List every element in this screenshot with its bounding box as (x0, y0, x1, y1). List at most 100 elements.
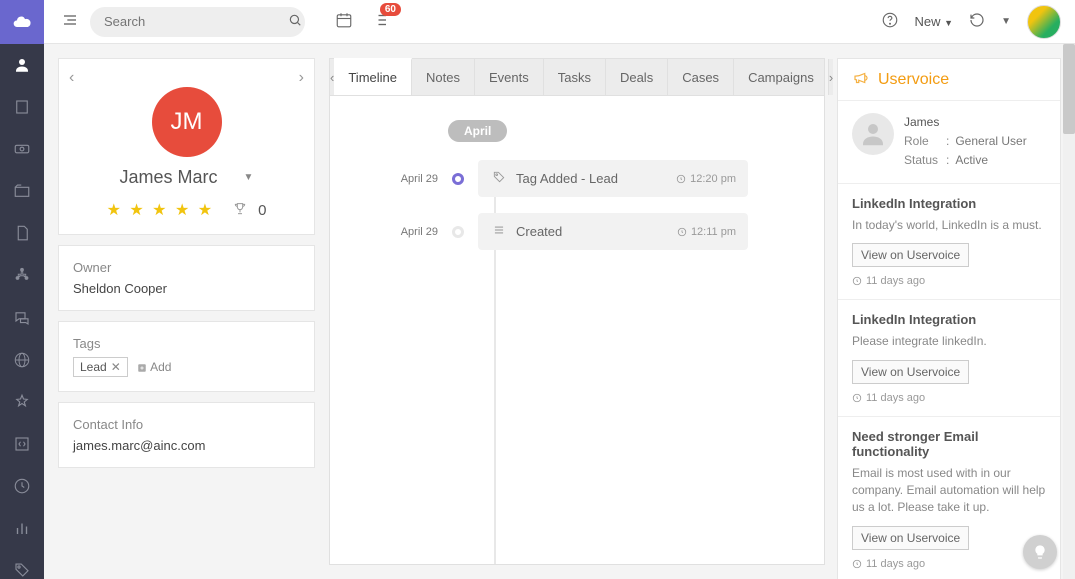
add-tag-button[interactable]: Add (137, 360, 171, 374)
uservoice-user: James Role:General User Status:Active (838, 101, 1060, 184)
more-caret-icon[interactable]: ▼ (1001, 16, 1011, 27)
tab-campaigns[interactable]: Campaigns (734, 59, 829, 95)
top-header: 60 New ▼ ▼ (0, 0, 1075, 44)
notif-badge: 60 (380, 3, 401, 16)
menu-toggle-icon[interactable] (62, 12, 78, 31)
search-icon[interactable] (288, 13, 302, 30)
nav-tags[interactable] (0, 561, 44, 579)
contact-email[interactable]: james.marc@ainc.com (73, 438, 300, 453)
tag-icon (492, 170, 506, 187)
calendar-icon[interactable] (335, 11, 353, 32)
nav-campaigns[interactable] (0, 393, 44, 411)
view-on-uservoice-button[interactable]: View on Uservoice (852, 360, 969, 384)
timeline-event-time: 12:11 pm (677, 226, 736, 238)
contact-info-label: Contact Info (73, 417, 300, 432)
nav-code[interactable] (0, 435, 44, 453)
tasks-icon[interactable]: 60 (371, 11, 389, 32)
view-on-uservoice-button[interactable]: View on Uservoice (852, 526, 969, 550)
tab-deals[interactable]: Deals (606, 59, 668, 95)
help-icon[interactable] (881, 11, 899, 32)
profile-card: ‹ › JM James Marc▼ ★ ★ ★ ★ ★ 0 (58, 58, 315, 235)
tag-chip[interactable]: Lead✕ (73, 357, 128, 377)
timeline-event-title: Tag Added - Lead (516, 171, 618, 186)
tags-label: Tags (73, 336, 300, 351)
nav-reports[interactable] (0, 519, 44, 537)
uservoice-header: Uservoice (838, 59, 1060, 101)
timeline-event[interactable]: Created 12:11 pm (478, 213, 748, 250)
timeline-row: April 29Created12:11 pm (370, 213, 784, 250)
help-fab[interactable] (1023, 535, 1057, 569)
contact-avatar: JM (152, 87, 222, 157)
score-value: 0 (258, 202, 266, 219)
new-button[interactable]: New ▼ (915, 14, 954, 29)
nav-activity[interactable] (0, 477, 44, 495)
uservoice-item-time: 11 days ago (852, 558, 1046, 570)
uservoice-item-title: Need stronger Email functionality (852, 429, 1046, 459)
uservoice-item-time: 11 days ago (852, 275, 1046, 287)
uservoice-status: Active (955, 151, 988, 170)
nav-cases[interactable] (0, 182, 44, 200)
tab-tasks[interactable]: Tasks (544, 59, 606, 95)
uservoice-title: Uservoice (878, 71, 949, 89)
megaphone-icon (852, 69, 870, 90)
owner-label: Owner (73, 260, 300, 275)
uservoice-column: Uservoice James Role:General User Status… (825, 44, 1075, 579)
search-input[interactable] (104, 14, 280, 29)
uservoice-item-time: 11 days ago (852, 392, 1046, 404)
history-icon[interactable] (969, 12, 985, 31)
uservoice-username: James (904, 113, 1027, 132)
user-avatar[interactable] (1027, 5, 1061, 39)
tabs-scroll-right[interactable]: › (829, 59, 833, 95)
timeline-event-time: 12:20 pm (676, 173, 736, 185)
uservoice-item-desc: Please integrate linkedIn. (852, 333, 1046, 350)
tabs-bar: ‹ TimelineNotesEventsTasksDealsCasesCamp… (329, 58, 825, 96)
uservoice-item-title: LinkedIn Integration (852, 312, 1046, 327)
timeline-column: ‹ TimelineNotesEventsTasksDealsCasesCamp… (329, 44, 825, 579)
timeline-row: April 29 Tag Added - Lead 12:20 pm (370, 160, 784, 197)
app-logo[interactable] (0, 0, 44, 44)
star-rating[interactable]: ★ ★ ★ ★ ★ (107, 200, 215, 220)
nav-contacts[interactable] (0, 56, 44, 74)
trophy-icon (232, 201, 248, 220)
contact-name[interactable]: James Marc▼ (120, 167, 254, 188)
uservoice-role: General User (955, 132, 1026, 151)
nav-rail (0, 44, 44, 579)
tab-notes[interactable]: Notes (412, 59, 475, 95)
owner-card: Owner Sheldon Cooper (58, 245, 315, 311)
uservoice-card: Uservoice James Role:General User Status… (837, 58, 1061, 579)
view-on-uservoice-button[interactable]: View on Uservoice (852, 243, 969, 267)
uservoice-item-desc: Email is most used with in our company. … (852, 465, 1046, 515)
timeline-date: April 29 (370, 173, 452, 185)
uservoice-item-desc: In today's world, LinkedIn is a must. (852, 217, 1046, 234)
timeline-dot (452, 226, 464, 238)
nav-org[interactable] (0, 266, 44, 284)
main-area: ‹ › JM James Marc▼ ★ ★ ★ ★ ★ 0 Owner She… (44, 44, 1075, 579)
list-icon (492, 223, 506, 240)
profile-column: ‹ › JM James Marc▼ ★ ★ ★ ★ ★ 0 Owner She… (44, 44, 329, 579)
nav-deals[interactable] (0, 140, 44, 158)
nav-web[interactable] (0, 351, 44, 369)
timeline-dot (452, 173, 464, 185)
nav-companies[interactable] (0, 98, 44, 116)
prev-contact-icon[interactable]: ‹ (69, 69, 74, 87)
uservoice-item: LinkedIn Integration In today's world, Li… (838, 184, 1060, 301)
tab-cases[interactable]: Cases (668, 59, 734, 95)
timeline-event-title: Created (516, 224, 562, 239)
tab-timeline[interactable]: Timeline (334, 58, 412, 95)
timeline-event[interactable]: Tag Added - Lead 12:20 pm (478, 160, 748, 197)
search-box[interactable] (90, 7, 305, 37)
uservoice-avatar (852, 113, 894, 155)
timeline-body: April April 29 Tag Added - Lead 12:20 pmAp… (329, 96, 825, 565)
nav-documents[interactable] (0, 224, 44, 242)
scrollbar-thumb[interactable] (1063, 44, 1075, 134)
uservoice-item-title: LinkedIn Integration (852, 196, 1046, 211)
tags-card: Tags Lead✕ Add (58, 321, 315, 392)
remove-tag-icon[interactable]: ✕ (111, 360, 121, 374)
tab-events[interactable]: Events (475, 59, 544, 95)
owner-value: Sheldon Cooper (73, 281, 300, 296)
next-contact-icon[interactable]: › (299, 69, 304, 87)
scrollbar-track[interactable] (1063, 44, 1075, 579)
contact-info-card: Contact Info james.marc@ainc.com (58, 402, 315, 468)
nav-conversations[interactable] (0, 308, 44, 326)
timeline-month: April (448, 120, 507, 142)
